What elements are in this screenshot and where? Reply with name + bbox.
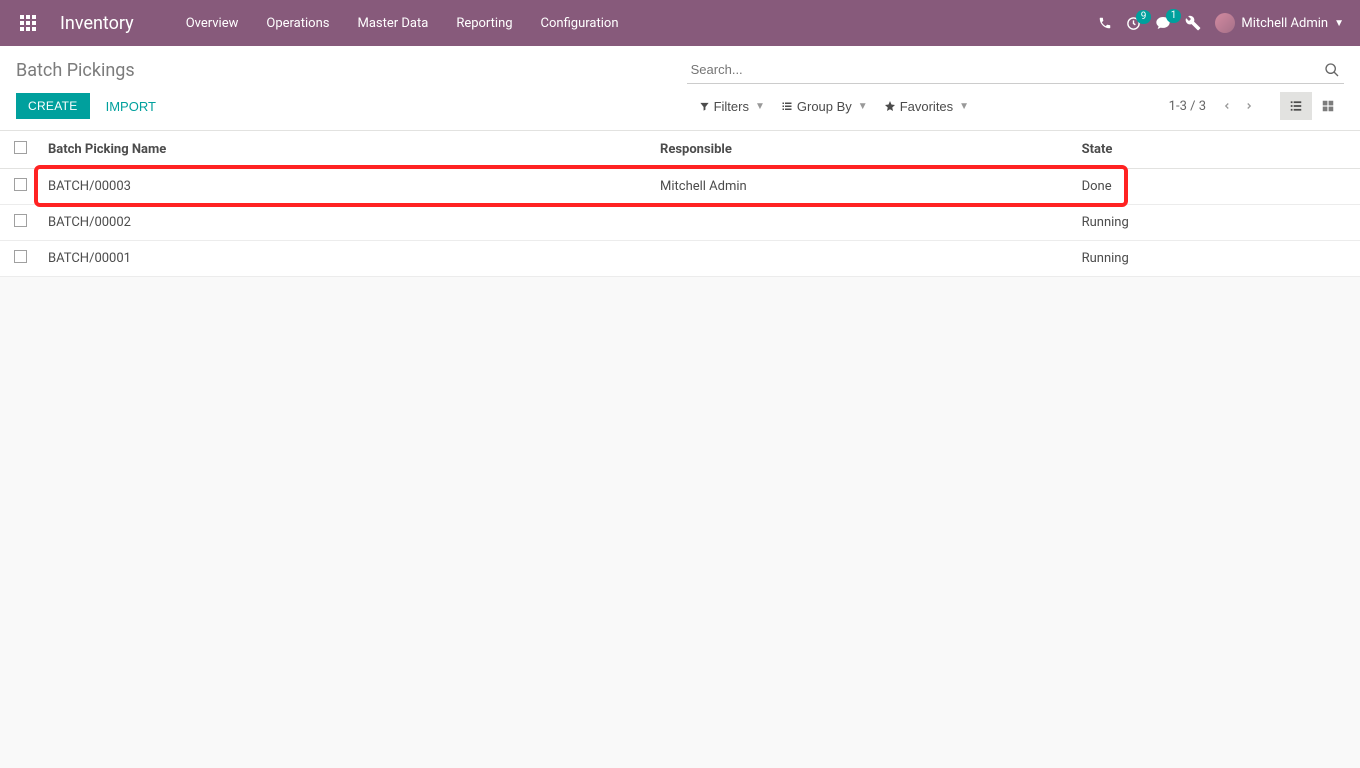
list-view: Batch Picking Name Responsible State BAT…	[0, 131, 1360, 277]
activity-icon[interactable]: 9	[1126, 16, 1141, 31]
table-row[interactable]: BATCH/00002 Running	[0, 205, 1360, 241]
cell-state: Running	[1074, 241, 1360, 277]
search-bar[interactable]	[687, 56, 1344, 84]
cell-name: BATCH/00003	[40, 169, 652, 205]
kanban-view-icon	[1321, 99, 1335, 113]
pager-area: 1-3 / 3	[1169, 92, 1344, 120]
menu-operations[interactable]: Operations	[254, 8, 341, 39]
select-all-checkbox[interactable]	[14, 141, 27, 154]
pager-prev-button[interactable]	[1216, 96, 1238, 116]
menu-configuration[interactable]: Configuration	[529, 8, 631, 39]
col-header-name[interactable]: Batch Picking Name	[40, 131, 652, 169]
list-view-icon	[1289, 99, 1303, 113]
col-header-responsible[interactable]: Responsible	[652, 131, 1074, 169]
filters-button[interactable]: Filters ▼	[695, 95, 769, 118]
list-view-button[interactable]	[1280, 92, 1312, 120]
cell-state: Done	[1074, 169, 1360, 205]
main-menu: Overview Operations Master Data Reportin…	[174, 8, 631, 39]
user-menu[interactable]: Mitchell Admin ▼	[1215, 13, 1344, 33]
avatar	[1215, 13, 1235, 33]
groupby-label: Group By	[797, 99, 852, 114]
activity-badge: 9	[1136, 10, 1152, 24]
phone-icon[interactable]	[1098, 16, 1112, 30]
cell-name: BATCH/00002	[40, 205, 652, 241]
import-button[interactable]: IMPORT	[102, 93, 160, 120]
filters-label: Filters	[714, 99, 749, 114]
menu-overview[interactable]: Overview	[174, 8, 251, 39]
cell-name: BATCH/00001	[40, 241, 652, 277]
kanban-view-button[interactable]	[1312, 92, 1344, 120]
navbar-right: 9 1 Mitchell Admin ▼	[1098, 13, 1344, 33]
menu-reporting[interactable]: Reporting	[444, 8, 524, 39]
debug-icon[interactable]	[1185, 15, 1201, 31]
menu-master-data[interactable]: Master Data	[345, 8, 440, 39]
messages-icon[interactable]: 1	[1155, 15, 1171, 31]
row-checkbox[interactable]	[14, 250, 27, 263]
row-checkbox[interactable]	[14, 178, 27, 191]
row-checkbox[interactable]	[14, 214, 27, 227]
caret-down-icon: ▼	[959, 101, 969, 112]
caret-down-icon: ▼	[755, 101, 765, 112]
col-header-state[interactable]: State	[1074, 131, 1360, 169]
search-facets: Filters ▼ Group By ▼ Favorites ▼	[695, 95, 1169, 118]
pager-next-button[interactable]	[1238, 96, 1260, 116]
list-icon	[781, 100, 793, 112]
favorites-button[interactable]: Favorites ▼	[880, 95, 973, 118]
messages-badge: 1	[1166, 9, 1182, 23]
favorites-label: Favorites	[900, 99, 953, 114]
cell-responsible	[652, 205, 1074, 241]
top-navbar: Inventory Overview Operations Master Dat…	[0, 0, 1360, 46]
groupby-button[interactable]: Group By ▼	[777, 95, 872, 118]
star-icon	[884, 100, 896, 112]
caret-down-icon: ▼	[858, 101, 868, 112]
create-button[interactable]: CREATE	[16, 93, 90, 119]
search-icon[interactable]	[1320, 58, 1344, 82]
table-row[interactable]: BATCH/00001 Running	[0, 241, 1360, 277]
table-row[interactable]: BATCH/00003Mitchell AdminDone	[0, 169, 1360, 205]
pager-text[interactable]: 1-3 / 3	[1169, 99, 1206, 114]
filter-icon	[699, 101, 710, 112]
cell-responsible: Mitchell Admin	[652, 169, 1074, 205]
app-brand[interactable]: Inventory	[60, 13, 134, 34]
apps-icon[interactable]	[16, 11, 40, 35]
cell-responsible	[652, 241, 1074, 277]
control-panel: Batch Pickings CREATE IMPORT Filters ▼ G…	[0, 46, 1360, 131]
user-name: Mitchell Admin	[1241, 16, 1328, 31]
breadcrumb: Batch Pickings	[16, 60, 135, 81]
search-input[interactable]	[687, 56, 1320, 83]
cell-state: Running	[1074, 205, 1360, 241]
caret-down-icon: ▼	[1334, 18, 1344, 29]
